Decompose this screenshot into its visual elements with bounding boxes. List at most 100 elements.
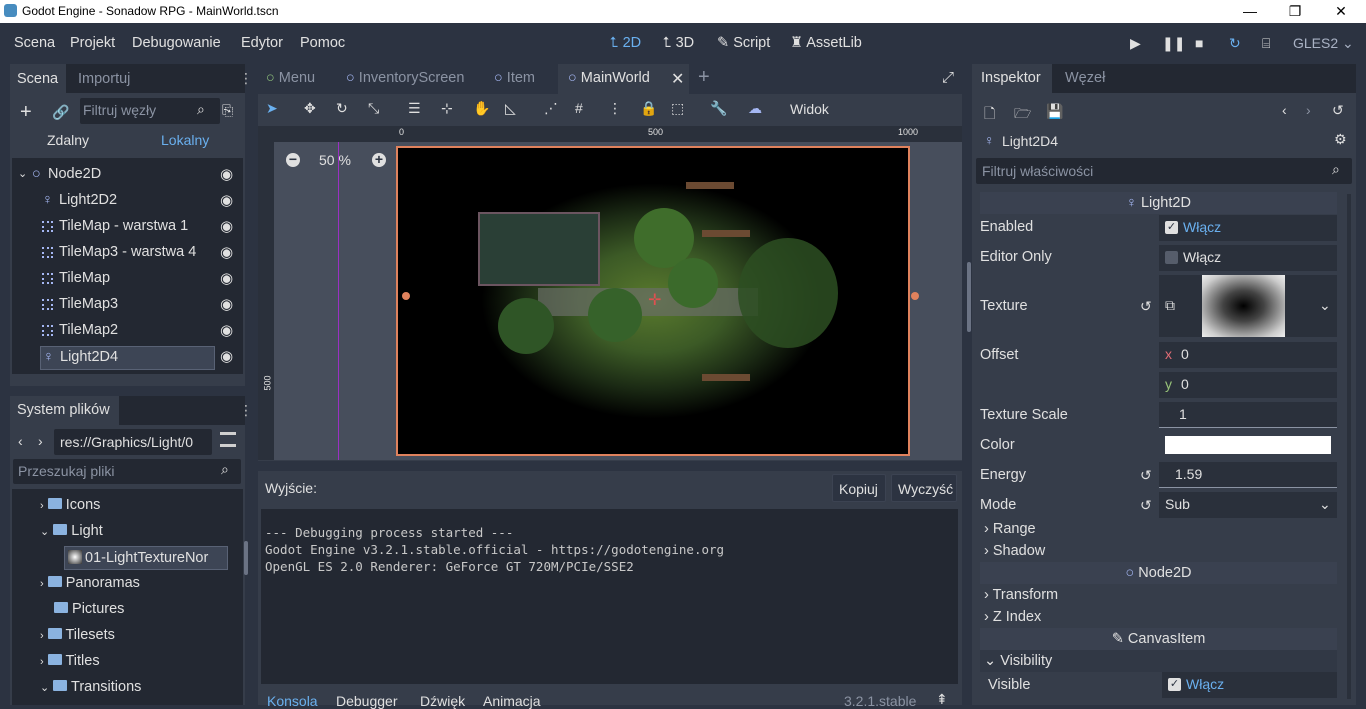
bone-icon[interactable]: 🔧 — [710, 100, 727, 117]
script-add-icon[interactable]: ⎘ — [222, 102, 233, 119]
zoom-out-icon[interactable]: − — [286, 152, 300, 167]
visibility-eye-icon[interactable]: ◉ — [220, 217, 233, 235]
tab-animacja[interactable]: Animacja — [483, 693, 541, 709]
new-resource-icon[interactable]: 🗋 — [984, 103, 995, 127]
add-node-icon[interactable]: + — [20, 101, 32, 124]
clear-button[interactable]: Wyczyść — [891, 474, 957, 502]
prop-texture-scale-value[interactable]: 1 — [1159, 402, 1337, 428]
menu-scena[interactable]: Scena — [14, 35, 55, 51]
clapper-icon[interactable]: ⌸ — [1262, 35, 1270, 52]
path-input[interactable]: res://Graphics/Light/0 — [54, 429, 212, 455]
open-folder-icon[interactable]: 🗁 — [1014, 103, 1031, 127]
prop-offset-y[interactable]: y 0 — [1159, 372, 1337, 398]
tab-inspektor[interactable]: Inspektor — [972, 64, 1052, 93]
visibility-eye-icon[interactable]: ◉ — [220, 269, 233, 287]
dock-menu-icon[interactable]: ⋮ — [239, 402, 253, 419]
minimize-button[interactable]: — — [1227, 0, 1273, 23]
copy-button[interactable]: Kopiuj — [832, 474, 886, 502]
grid-snap-icon[interactable]: # — [575, 100, 583, 116]
folder-panoramas[interactable]: › Panoramas — [40, 575, 140, 591]
mode-2d-button[interactable]: ⮤ 2D — [610, 35, 641, 51]
camera-override-icon[interactable]: ☁ — [748, 100, 762, 117]
scrollbar[interactable] — [1347, 194, 1351, 699]
close-tab-icon[interactable]: ✕ — [671, 69, 684, 89]
tree-row-tilemap3-warstwa4[interactable]: TileMap3 - warstwa 4 ◉ — [42, 244, 243, 266]
mode-assetlib-button[interactable]: ♜ AssetLib — [790, 35, 862, 51]
folder-light[interactable]: ⌄ Light — [40, 523, 103, 539]
object-properties-icon[interactable]: ⚙ — [1334, 131, 1347, 148]
viewport-2d[interactable]: ✛ — [274, 142, 971, 460]
visibility-eye-icon[interactable]: ◉ — [220, 321, 233, 339]
menu-projekt[interactable]: Projekt — [70, 35, 115, 51]
pivot-tool-icon[interactable]: ⊹ — [441, 100, 453, 117]
prop-enabled-value[interactable]: ✓ Włącz — [1159, 215, 1337, 241]
tree-row-tilemap2[interactable]: TileMap2 ◉ — [42, 322, 243, 344]
tree-row-light2d4-selected[interactable]: ♀ Light2D4 — [40, 346, 215, 370]
history-icon[interactable]: ↺ — [1332, 102, 1344, 119]
tab-wezel[interactable]: Węzeł — [1065, 70, 1105, 86]
tab-menu[interactable]: ○ Menu — [266, 70, 315, 86]
tree-row-tilemap-warstwa1[interactable]: TileMap - warstwa 1 ◉ — [42, 218, 243, 240]
group-zindex[interactable]: › Z Index — [984, 609, 1041, 625]
folder-titles[interactable]: › Titles — [40, 653, 100, 669]
folder-pictures[interactable]: Pictures — [54, 601, 124, 617]
folder-transitions[interactable]: ⌄ Transitions — [40, 679, 141, 695]
dock-menu-icon[interactable]: ⋮ — [239, 70, 253, 87]
group-shadow[interactable]: › Shadow — [984, 543, 1045, 559]
history-forward-icon[interactable]: › — [1306, 102, 1311, 118]
split-view-icon[interactable] — [220, 432, 236, 447]
ruler-tool-icon[interactable]: ◺ — [505, 100, 516, 117]
visibility-eye-icon[interactable]: ◉ — [220, 243, 233, 261]
tab-inventoryscreen[interactable]: ○ InventoryScreen — [346, 70, 464, 86]
tab-item[interactable]: ○ Item — [494, 70, 535, 86]
group-transform[interactable]: › Transform — [984, 587, 1058, 603]
mode-script-button[interactable]: ✎ Script — [717, 35, 770, 51]
zoom-in-icon[interactable]: + — [372, 152, 386, 167]
search-files-input[interactable]: Przeszukaj pliki ⌕ — [13, 459, 241, 484]
tab-dzwiek[interactable]: Dźwięk — [420, 693, 465, 709]
select-tool-icon[interactable]: ➤ — [266, 100, 278, 117]
tree-row-tilemap3[interactable]: TileMap3 ◉ — [42, 296, 243, 318]
folder-icons[interactable]: › Icons — [40, 497, 100, 513]
list-select-icon[interactable]: ☰ — [408, 100, 421, 117]
stop-icon[interactable]: ■ — [1195, 35, 1203, 51]
zoom-level[interactable]: 50 % — [319, 152, 351, 168]
filter-properties-input[interactable]: Filtruj właściwości ⌕ — [976, 158, 1352, 184]
pan-tool-icon[interactable]: ✋ — [473, 100, 490, 117]
tab-debugger[interactable]: Debugger — [336, 693, 398, 709]
expand-panel-icon[interactable]: ⇞ — [936, 691, 948, 708]
revert-icon[interactable]: ↺ — [1140, 298, 1152, 315]
tree-row-tilemap[interactable]: TileMap ◉ — [42, 270, 243, 292]
filter-nodes-input[interactable]: Filtruj węzły ⌕ — [80, 98, 220, 124]
move-tool-icon[interactable]: ✥ — [304, 100, 316, 117]
menu-pomoc[interactable]: Pomoc — [300, 35, 345, 51]
visibility-eye-icon[interactable]: ◉ — [220, 295, 233, 313]
group-visibility[interactable]: ⌄ Visibility — [980, 650, 1337, 672]
scrollbar[interactable] — [967, 262, 971, 332]
visibility-eye-icon[interactable]: ◉ — [220, 347, 233, 365]
live-debug-icon[interactable]: ↻ — [1229, 35, 1241, 52]
tree-row-light2d2[interactable]: ♀ Light2D2 ◉ — [42, 192, 243, 214]
restore-button[interactable]: ❐ — [1272, 0, 1318, 23]
back-icon[interactable]: ‹ — [18, 433, 23, 449]
scrollbar[interactable] — [244, 541, 248, 575]
lock-icon[interactable]: 🔒 — [640, 100, 657, 117]
scale-tool-icon[interactable]: ⤡ — [368, 100, 379, 117]
visibility-eye-icon[interactable]: ◉ — [220, 191, 233, 209]
folder-tilesets[interactable]: › Tilesets — [40, 627, 115, 643]
file-01-lighttexture[interactable]: 01-LightTextureNor — [64, 546, 228, 570]
menu-debugowanie[interactable]: Debugowanie — [132, 35, 221, 51]
rotate-tool-icon[interactable]: ↻ — [336, 100, 348, 117]
color-swatch[interactable] — [1165, 436, 1331, 454]
remote-tab[interactable]: Zdalny — [47, 132, 89, 148]
group-range[interactable]: › Range — [984, 521, 1036, 537]
play-icon[interactable]: ▶ — [1130, 35, 1141, 52]
history-back-icon[interactable]: ‹ — [1282, 102, 1287, 118]
smart-snap-icon[interactable]: ⋰ — [544, 100, 558, 117]
tree-row-node2d[interactable]: ⌄ ○ Node2D ◉ — [18, 166, 243, 188]
tab-mainworld[interactable]: ○ MainWorld — [558, 64, 689, 94]
game-scene-view[interactable]: ✛ — [396, 146, 910, 456]
renderer-select[interactable]: GLES2 ⌄ — [1293, 35, 1354, 52]
pause-icon[interactable]: ❚❚ — [1162, 35, 1185, 52]
close-window-button[interactable]: ✕ — [1318, 0, 1364, 23]
